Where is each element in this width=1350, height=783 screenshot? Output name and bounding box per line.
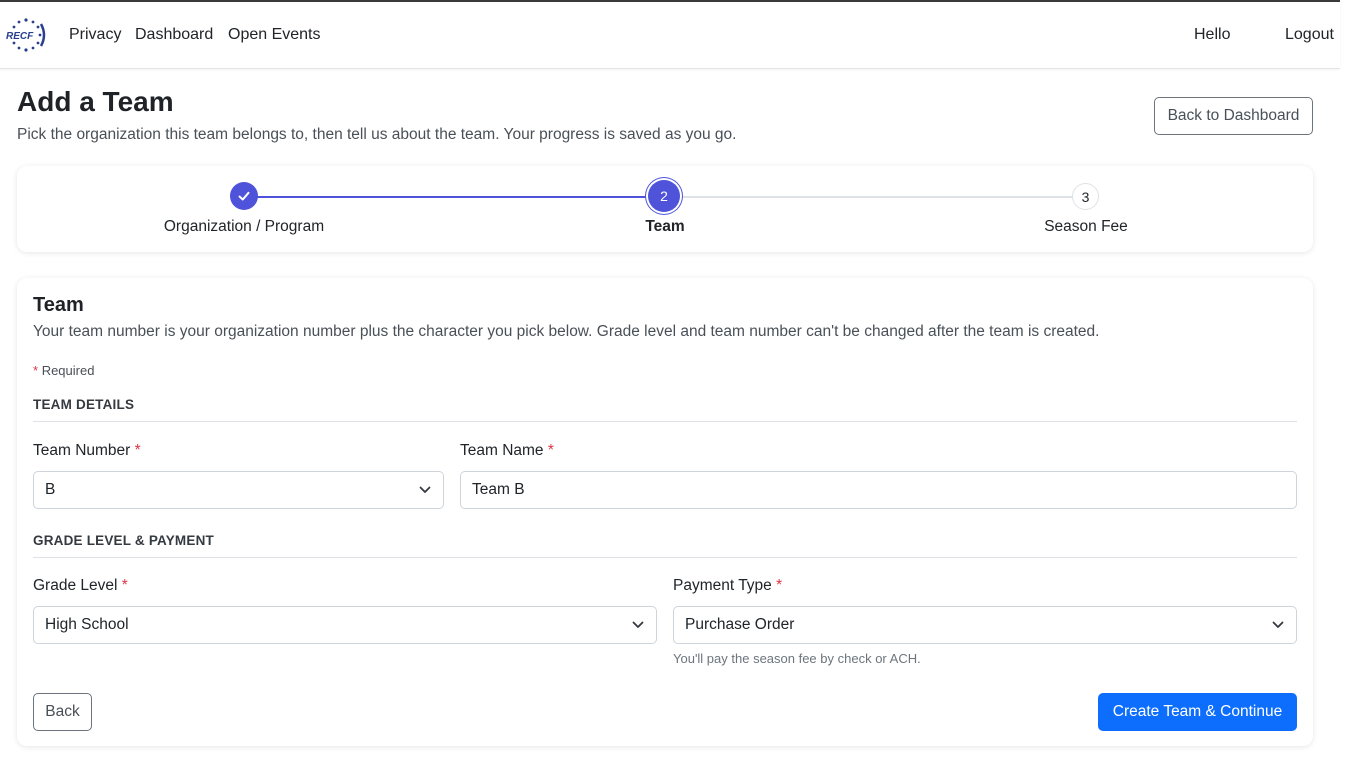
payment-type-label: Payment Type *: [673, 577, 782, 595]
payment-type-label-text: Payment Type: [673, 577, 772, 594]
nav-link-dashboard[interactable]: Dashboard: [135, 26, 213, 44]
section-grade-payment: GRADE LEVEL & PAYMENT: [33, 533, 1297, 558]
team-form-card: Team Your team number is your organizati…: [17, 278, 1313, 746]
team-name-input[interactable]: Team B: [460, 471, 1297, 509]
step-2-active-circle[interactable]: 2: [648, 180, 680, 212]
payment-type-select[interactable]: Purchase Order: [673, 606, 1297, 644]
page-subtitle: Pick the organization this team belongs …: [17, 126, 737, 143]
team-number-select[interactable]: B: [33, 471, 444, 509]
check-icon: [238, 191, 250, 201]
stepper: 2 3 Organization / Program Team Season F…: [17, 166, 1313, 252]
required-star: *: [121, 577, 128, 594]
step-1-label: Organization / Program: [163, 218, 325, 235]
section-team-details: TEAM DETAILS: [33, 397, 1297, 422]
team-name-label-text: Team Name: [460, 442, 544, 459]
form-description: Your team number is your organization nu…: [33, 323, 1100, 340]
step-connector-complete: [244, 196, 665, 198]
team-name-value: Team B: [472, 481, 525, 498]
page-title: Add a Team: [17, 86, 174, 117]
step-3-label: Season Fee: [1044, 218, 1128, 235]
grade-level-label: Grade Level *: [33, 577, 128, 595]
create-team-continue-button[interactable]: Create Team & Continue: [1098, 693, 1297, 731]
payment-type-help: You'll pay the season fee by check or AC…: [673, 651, 921, 666]
grade-level-value: High School: [45, 616, 129, 633]
required-star: *: [547, 442, 554, 459]
logout-link[interactable]: Logout: [1285, 26, 1334, 44]
form-title: Team: [33, 294, 84, 316]
logo-text: RECF: [6, 31, 34, 42]
payment-type-value: Purchase Order: [685, 616, 795, 633]
chevron-down-icon: [1272, 621, 1284, 628]
chevron-down-icon: [419, 486, 431, 493]
chevron-down-icon: [632, 621, 644, 628]
required-note: * Required: [33, 363, 94, 378]
navbar: RECF Privacy Dashboard Open Events Hello…: [0, 2, 1340, 69]
back-to-dashboard-button[interactable]: Back to Dashboard: [1154, 97, 1313, 135]
step-connector-pending: [665, 196, 1086, 198]
required-star: *: [33, 363, 39, 378]
team-number-value: B: [45, 481, 56, 498]
required-note-text: Required: [41, 363, 95, 378]
team-name-label: Team Name *: [460, 442, 554, 460]
team-number-label: Team Number *: [33, 442, 141, 460]
team-number-label-text: Team Number: [33, 442, 131, 459]
greeting-text: Hello: [1194, 26, 1231, 43]
step-3-pending-circle[interactable]: 3: [1072, 183, 1099, 210]
nav-link-privacy[interactable]: Privacy: [69, 26, 121, 44]
grade-level-label-text: Grade Level: [33, 577, 118, 594]
required-star: *: [134, 442, 141, 459]
grade-level-select[interactable]: High School: [33, 606, 657, 644]
nav-link-open-events[interactable]: Open Events: [228, 26, 321, 44]
required-star: *: [776, 577, 783, 594]
step-2-label: Team: [645, 218, 685, 235]
step-1-complete-circle[interactable]: [230, 182, 258, 210]
back-button[interactable]: Back: [33, 693, 92, 731]
recf-logo[interactable]: RECF: [5, 16, 47, 54]
